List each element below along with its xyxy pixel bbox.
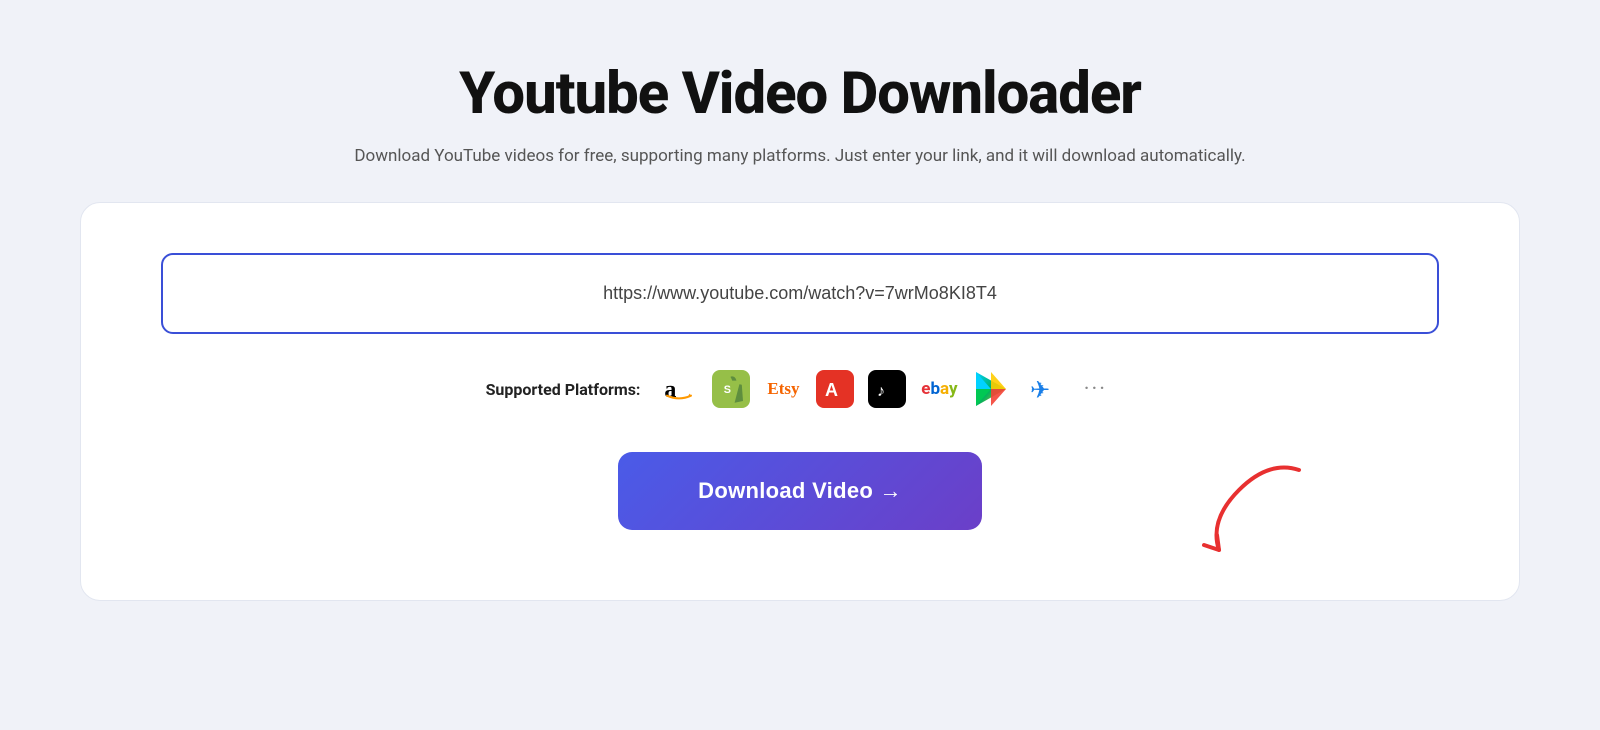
svg-text:♪: ♪	[877, 383, 885, 400]
platform-icon-aliexpress: A	[816, 370, 854, 408]
svg-text:A: A	[825, 380, 838, 400]
platform-icon-app-store: ✈	[1024, 370, 1062, 408]
platform-icon-shopify: S	[712, 370, 750, 408]
platform-icon-google-play	[972, 370, 1010, 408]
svg-text:S: S	[724, 384, 731, 396]
platform-icon-amazon: a	[660, 370, 698, 408]
platforms-label: Supported Platforms:	[486, 380, 641, 399]
download-video-button[interactable]: Download Video →	[618, 452, 982, 530]
main-card: Supported Platforms: a S Etsy A	[80, 202, 1520, 601]
platforms-row: Supported Platforms: a S Etsy A	[486, 370, 1115, 408]
page-subtitle: Download YouTube videos for free, suppor…	[354, 146, 1245, 166]
arrow-annotation	[1139, 450, 1339, 580]
platform-icon-tiktok: ♪	[868, 370, 906, 408]
platform-icon-ebay: ebay	[920, 370, 958, 408]
platform-icon-etsy: Etsy	[764, 370, 802, 408]
url-input[interactable]	[161, 253, 1439, 334]
svg-text:a: a	[665, 377, 677, 403]
svg-text:✈: ✈	[1030, 377, 1050, 404]
page-title: Youtube Video Downloader	[459, 60, 1141, 128]
platform-icon-more: ···	[1076, 370, 1114, 408]
